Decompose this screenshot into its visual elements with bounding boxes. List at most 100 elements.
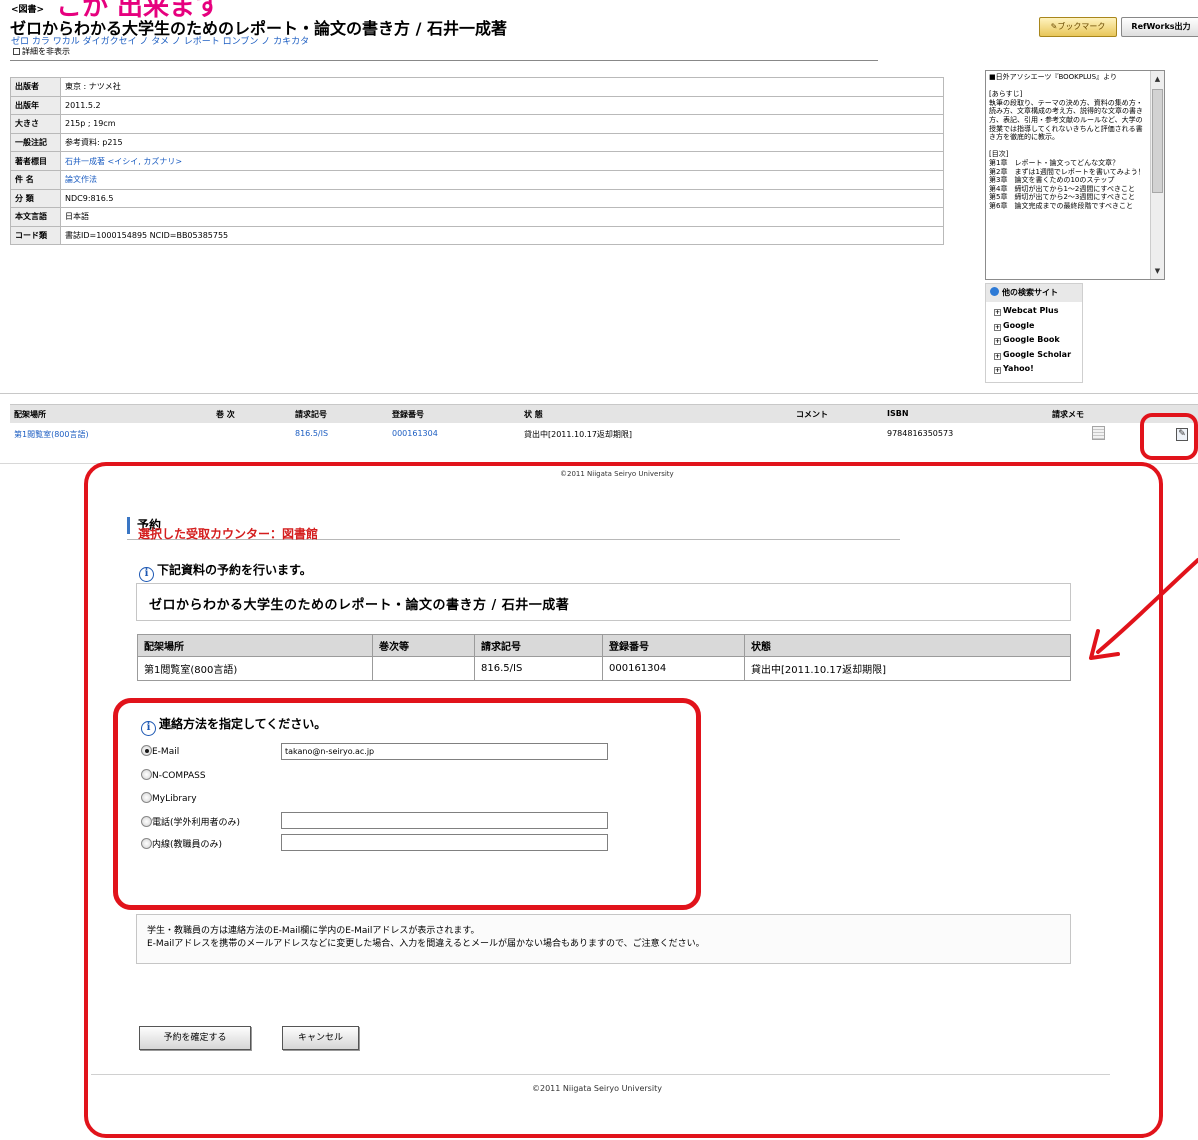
contact-option-phone[interactable]: 電話(学外利用者のみ): [141, 815, 240, 829]
holdings-reg-number-link[interactable]: 000161304: [392, 429, 438, 438]
mylibrary-radio[interactable]: [141, 792, 152, 803]
email-radio[interactable]: [141, 745, 152, 756]
meta-value: 参考資料: p215: [60, 132, 944, 153]
res-location: 第1閲覧室(800言語): [137, 656, 373, 681]
divider: [91, 1074, 1110, 1075]
search-site-item[interactable]: + Google Scholar: [994, 350, 1082, 365]
meta-value-link[interactable]: 論文作法: [60, 169, 944, 190]
pickup-counter-info: 選択した受取カウンター：図書館: [138, 527, 319, 541]
extension-field[interactable]: [281, 834, 608, 851]
meta-row: 件 名論文作法: [10, 169, 944, 190]
meta-row: 一般注記 参考資料: p215: [10, 132, 944, 153]
reserve-icon-highlight: [1140, 413, 1198, 460]
extension-radio[interactable]: [141, 838, 152, 849]
meta-label: コード類: [10, 225, 61, 246]
contact-method-heading-text: 連絡方法を指定してください。: [159, 717, 327, 731]
search-site-item[interactable]: + Google Book: [994, 335, 1082, 350]
ncompass-radio[interactable]: [141, 769, 152, 780]
holdings-col-status: 状 態: [524, 410, 543, 419]
info-icon: i: [139, 567, 154, 582]
search-site-item[interactable]: + Webcat Plus: [994, 306, 1082, 321]
synopsis-text: ■日外アソシエーツ『BOOKPLUS』より [あらすじ] 執筆の段取り、テーマの…: [989, 73, 1145, 210]
extension-label: 内線(教職員のみ): [152, 840, 223, 850]
synopsis-panel[interactable]: ■日外アソシエーツ『BOOKPLUS』より [あらすじ] 執筆の段取り、テーマの…: [985, 70, 1165, 280]
meta-row: コード類 書誌ID=1000154895 NCID=BB05385755: [10, 225, 944, 246]
contact-option-mylibrary[interactable]: MyLibrary: [141, 792, 197, 806]
reserved-title: ゼロからわかる大学生のためのレポート・論文の書き方 / 石井一成著: [149, 598, 570, 613]
meta-label: 一般注記: [10, 132, 61, 153]
meta-label: 分 類: [10, 188, 61, 209]
holdings-isbn: 9784816350573: [887, 429, 954, 438]
holdings-table-header: 配架場所 巻 次 請求記号 登録番号 状 態 コメント ISBN 請求メモ: [10, 404, 1198, 423]
email-label: E-Mail: [152, 747, 180, 757]
search-site-item[interactable]: + Yahoo!: [994, 364, 1082, 379]
meta-value: 書誌ID=1000154895 NCID=BB05385755: [60, 225, 944, 246]
heading-accent-bar: [127, 517, 130, 534]
contact-option-extension[interactable]: 内線(教職員のみ): [141, 837, 222, 851]
reservation-item-table: 配架場所 巻次等 請求記号 登録番号 状態 第1閲覧室(800言語) 816.5…: [137, 634, 1071, 681]
meta-label: 本文言語: [10, 207, 61, 227]
expand-plus-icon: +: [994, 367, 1001, 375]
phone-label: 電話(学外利用者のみ): [152, 818, 241, 828]
scroll-down-arrow-icon[interactable]: ▼: [1151, 265, 1164, 277]
cancel-button[interactable]: キャンセル: [282, 1026, 359, 1050]
holdings-col-reg-number: 登録番号: [392, 410, 424, 419]
synopsis-scrollbar[interactable]: ▲ ▼: [1150, 71, 1164, 279]
holdings-col-call-number: 請求記号: [295, 410, 327, 419]
search-site-label: Google Book: [1003, 335, 1060, 345]
email-field[interactable]: takano@n-seiryo.ac.jp: [281, 743, 608, 760]
meta-row: 本文言語 日本語: [10, 207, 944, 227]
expand-plus-icon: +: [994, 323, 1001, 331]
res-col-location: 配架場所: [137, 634, 373, 657]
meta-value: 日本語: [60, 207, 944, 227]
res-col-status: 状態: [744, 634, 1071, 657]
holdings-col-volume: 巻 次: [216, 410, 235, 419]
confirm-reservation-button[interactable]: 予約を確定する: [139, 1026, 251, 1050]
contact-option-email[interactable]: E-Mail: [141, 745, 179, 759]
bookmark-label: ブックマーク: [1057, 22, 1106, 31]
expand-plus-icon: +: [994, 309, 1001, 316]
scrollbar-thumb[interactable]: [1152, 89, 1163, 193]
holdings-col-comment: コメント: [796, 410, 828, 419]
mylibrary-label: MyLibrary: [152, 794, 197, 804]
request-memo-icon[interactable]: [1092, 426, 1105, 440]
holdings-location-link[interactable]: 第1閲覧室(800言語): [14, 429, 89, 440]
meta-value: 東京 : ナツメ社: [60, 77, 944, 97]
meta-label: 大きさ: [10, 114, 61, 134]
info-icon: i: [141, 721, 156, 736]
table-row: 第1閲覧室(800言語) 816.5/IS 000161304 貸出中[2011…: [137, 656, 1071, 681]
bookmark-button[interactable]: ✎ブックマーク: [1039, 17, 1117, 37]
contact-method-heading: i 連絡方法を指定してください。: [141, 715, 326, 736]
meta-row: 出版者 東京 : ナツメ社: [10, 77, 944, 97]
meta-value: NDC9:816.5: [60, 188, 944, 209]
refworks-export-button[interactable]: RefWorks出力: [1121, 17, 1198, 37]
holdings-call-number: 816.5/IS: [295, 429, 329, 438]
search-site-label: Webcat Plus: [1003, 306, 1059, 315]
holdings-col-isbn: ISBN: [887, 409, 909, 418]
holdings-col-location: 配架場所: [14, 410, 46, 419]
divider: [0, 393, 1198, 394]
hide-details-toggle[interactable]: 詳細を非表示: [13, 46, 70, 57]
email-guidance-box: 学生・教職員の方は連絡方法のE-Mail欄に学内のE-Mailアドレスが表示され…: [136, 914, 1071, 964]
res-volume: [372, 656, 475, 681]
meta-value: 215p ; 19cm: [60, 114, 944, 134]
expand-plus-icon: +: [994, 352, 1001, 360]
phone-field[interactable]: [281, 812, 608, 829]
meta-value-link[interactable]: 石井一成著 <イシイ, カズナリ>: [60, 151, 944, 171]
search-site-label: Google: [1003, 320, 1035, 330]
phone-radio[interactable]: [141, 816, 152, 827]
meta-value: 2011.5.2: [60, 95, 944, 116]
res-col-call-number: 請求記号: [474, 634, 603, 657]
scroll-up-arrow-icon[interactable]: ▲: [1151, 73, 1164, 85]
search-site-item[interactable]: + Google: [994, 321, 1082, 336]
meta-label: 出版年: [10, 95, 61, 116]
divider: [10, 60, 878, 61]
collapse-icon: [13, 48, 20, 55]
reserve-edit-icon[interactable]: ✎: [1176, 428, 1188, 441]
expand-plus-icon: +: [994, 338, 1001, 346]
globe-icon: [990, 287, 999, 296]
other-search-sites-title: 他の検索サイト: [1002, 288, 1058, 297]
search-site-label: Yahoo!: [1003, 364, 1034, 374]
copyright-bottom: ©2011 Niigata Seiryo University: [532, 1084, 662, 1093]
contact-option-ncompass[interactable]: N-COMPASS: [141, 769, 206, 783]
